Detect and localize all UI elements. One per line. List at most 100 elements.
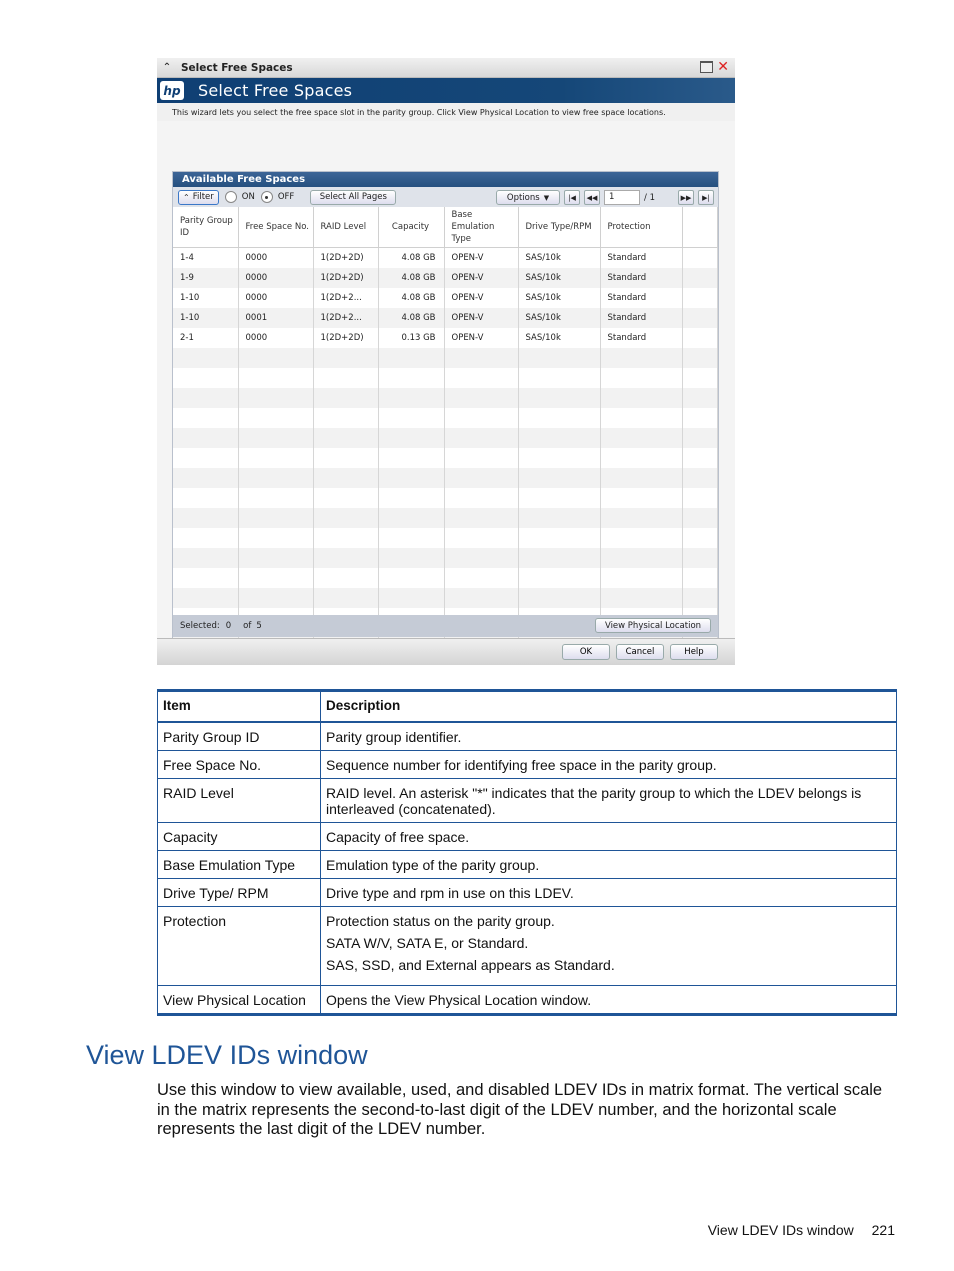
page-number-input[interactable]: 1 bbox=[604, 190, 640, 205]
grid-empty-cell bbox=[682, 368, 718, 388]
column-header[interactable]: Protection bbox=[600, 207, 683, 248]
item-cell: Protection bbox=[157, 906, 321, 986]
grid-cell: OPEN-V bbox=[444, 288, 519, 308]
grid-empty-cell bbox=[518, 568, 601, 588]
table-row: Protection Protection status on the parit… bbox=[157, 906, 897, 986]
grid-row[interactable]: 1-10 0000 1(2D+2... 4.08 GB OPEN-V SAS/10k Sta… bbox=[173, 288, 718, 308]
item-cell: Capacity bbox=[157, 822, 321, 851]
section-body: Use this window to view available, used,… bbox=[157, 1081, 883, 1138]
grid-cell: OPEN-V bbox=[444, 247, 519, 268]
grid-cell: Standard bbox=[600, 288, 683, 308]
grid-cell: 1(2D+2... bbox=[313, 288, 379, 308]
grid-empty-cell bbox=[378, 508, 445, 528]
grid-empty-cell bbox=[313, 468, 379, 488]
previous-page-icon[interactable]: ◀◀ bbox=[584, 190, 600, 205]
grid-empty-cell bbox=[600, 588, 683, 608]
grid-cell: 0000 bbox=[238, 268, 314, 288]
options-dropdown[interactable]: Options ▼ bbox=[496, 190, 560, 205]
grid-row[interactable]: 1-4 0000 1(2D+2D) 4.08 GB OPEN-V SAS/10k Stand… bbox=[173, 247, 718, 268]
filter-label: Filter bbox=[192, 192, 214, 202]
column-header[interactable]: Free Space No. bbox=[238, 207, 314, 248]
grid-empty-cell bbox=[378, 588, 445, 608]
description-line: Parity group identifier. bbox=[326, 729, 462, 745]
table-row: Base Emulation Type Emulation type of the… bbox=[157, 850, 897, 879]
description-cell: Emulation type of the parity group. bbox=[320, 850, 897, 879]
next-page-icon[interactable]: ▶▶ bbox=[678, 190, 694, 205]
grid-empty-cell bbox=[600, 428, 683, 448]
grid-cell: Standard bbox=[600, 268, 683, 288]
grid-empty-cell bbox=[238, 548, 314, 568]
select-all-pages-button[interactable]: Select All Pages bbox=[310, 189, 397, 205]
section-title: View LDEV IDs window bbox=[86, 1040, 368, 1070]
grid-empty-cell bbox=[173, 528, 239, 548]
grid-empty-row bbox=[173, 348, 718, 368]
double-chevron-up-icon: ⌃ bbox=[183, 192, 190, 202]
filter-on-radio[interactable] bbox=[224, 191, 237, 203]
options-label: Options bbox=[506, 192, 540, 203]
grid-empty-cell bbox=[518, 508, 601, 528]
column-header[interactable]: Capacity bbox=[378, 207, 445, 248]
page-number: 221 bbox=[871, 1222, 895, 1238]
cancel-button[interactable]: Cancel bbox=[616, 644, 664, 660]
filter-off-radio[interactable] bbox=[260, 191, 273, 203]
grid-empty-cell bbox=[173, 408, 239, 428]
column-header[interactable]: Base Emulation Type bbox=[444, 207, 519, 248]
grid-cell: 1-10 bbox=[173, 308, 239, 328]
page-total: / 1 bbox=[644, 192, 655, 203]
grid-empty-row bbox=[173, 448, 718, 468]
table-row: RAID Level RAID level. An asterisk "*" in… bbox=[157, 778, 897, 823]
grid-cell: 1-10 bbox=[173, 288, 239, 308]
description-line: Opens the View Physical Location window. bbox=[326, 992, 592, 1008]
grid-empty-cell bbox=[444, 468, 519, 488]
grid-empty-cell bbox=[313, 428, 379, 448]
grid-empty-cell bbox=[378, 548, 445, 568]
grid-empty-cell bbox=[173, 548, 239, 568]
maximize-icon[interactable] bbox=[700, 61, 714, 73]
grid-empty-cell bbox=[444, 368, 519, 388]
grid-empty-cell bbox=[313, 348, 379, 368]
table-row: Capacity Capacity of free space. bbox=[157, 822, 897, 851]
grid-cell: SAS/10k bbox=[518, 308, 601, 328]
grid-row[interactable]: 1-10 0001 1(2D+2... 4.08 GB OPEN-V SAS/10k Sta… bbox=[173, 308, 718, 328]
grid-empty-cell bbox=[444, 508, 519, 528]
grid-cell: SAS/10k bbox=[518, 268, 601, 288]
grid-empty-cell bbox=[313, 388, 379, 408]
ok-button[interactable]: OK bbox=[562, 644, 610, 660]
grid-empty-cell bbox=[600, 448, 683, 468]
window-title: Select Free Spaces bbox=[181, 61, 293, 74]
grid-empty-cell bbox=[682, 428, 718, 448]
item-cell: Free Space No. bbox=[157, 750, 321, 779]
grid-empty-cell bbox=[600, 568, 683, 588]
column-header[interactable]: Parity Group ID bbox=[173, 207, 239, 248]
grid-cell: 4.08 GB bbox=[378, 288, 445, 308]
column-header[interactable]: RAID Level bbox=[313, 207, 379, 248]
close-icon[interactable]: ✕ bbox=[717, 60, 729, 74]
grid-empty-cell bbox=[600, 388, 683, 408]
grid-empty-cell bbox=[378, 388, 445, 408]
collapse-icon[interactable]: ⌃ bbox=[159, 62, 175, 73]
grid-empty-cell bbox=[313, 368, 379, 388]
grid-row[interactable]: 1-9 0000 1(2D+2D) 4.08 GB OPEN-V SAS/10k Stand… bbox=[173, 268, 718, 288]
of-label: of bbox=[243, 621, 252, 631]
grid-empty-cell bbox=[238, 348, 314, 368]
banner-title: Select Free Spaces bbox=[198, 81, 353, 100]
filter-button[interactable]: ⌃ Filter bbox=[178, 189, 219, 205]
grid-cell: 2-1 bbox=[173, 328, 239, 348]
grid-empty-cell bbox=[682, 508, 718, 528]
view-physical-location-button[interactable]: View Physical Location bbox=[595, 618, 711, 633]
grid-empty-cell bbox=[682, 488, 718, 508]
grid-empty-cell bbox=[600, 488, 683, 508]
help-button[interactable]: Help bbox=[670, 644, 718, 660]
column-header[interactable]: Drive Type/RPM bbox=[518, 207, 601, 248]
item-cell: Drive Type/ RPM bbox=[157, 878, 321, 907]
description-line: Sequence number for identifying free spa… bbox=[326, 757, 717, 773]
wizard-banner: hp Select Free Spaces bbox=[157, 78, 735, 103]
available-free-spaces-panel: Available Free Spaces ⌃ Filter ON OFF Se… bbox=[172, 171, 719, 648]
grid-empty-cell bbox=[173, 348, 239, 368]
last-page-icon[interactable]: ▶| bbox=[698, 190, 714, 205]
grid-empty-cell bbox=[378, 568, 445, 588]
grid-row[interactable]: 2-1 0000 1(2D+2D) 0.13 GB OPEN-V SAS/10k Stand… bbox=[173, 328, 718, 348]
grid-empty-cell bbox=[682, 288, 718, 308]
first-page-icon[interactable]: |◀ bbox=[564, 190, 580, 205]
grid-empty-cell bbox=[518, 448, 601, 468]
